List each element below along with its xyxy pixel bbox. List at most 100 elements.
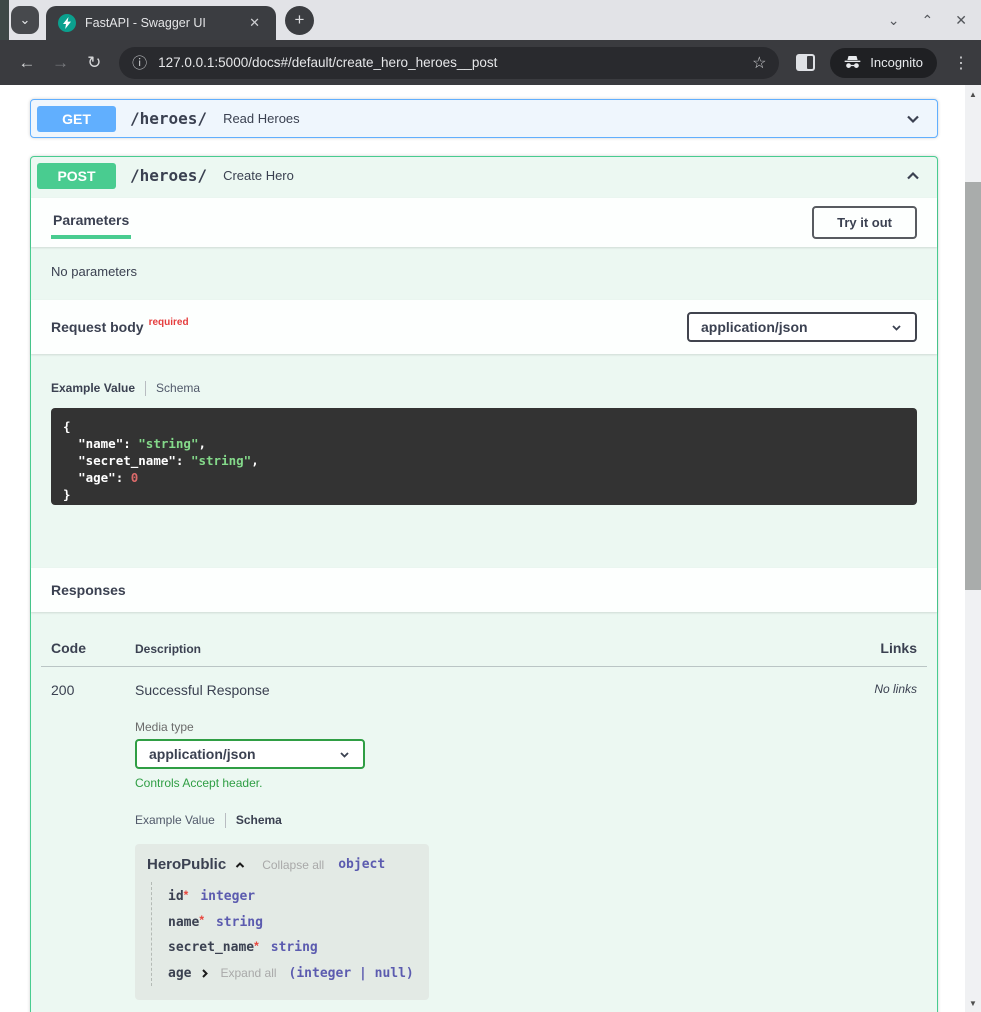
- menu-kebab-icon[interactable]: ⋮: [953, 53, 969, 73]
- model-properties: id * integer name* string secret_name* st…: [151, 882, 417, 986]
- window-close-icon[interactable]: ✕: [955, 12, 967, 29]
- code-line: "age": 0: [63, 469, 905, 486]
- get-summary[interactable]: GET /heroes/ Read Heroes: [31, 100, 937, 137]
- site-info-icon[interactable]: ⓘ: [132, 52, 147, 73]
- property-type: integer: [200, 889, 255, 904]
- scroll-up-icon[interactable]: ▲: [965, 86, 981, 102]
- tab-close-icon[interactable]: ✕: [245, 13, 264, 33]
- expand-all-link[interactable]: Expand all: [220, 966, 276, 980]
- tab-example-value[interactable]: Example Value: [51, 381, 135, 395]
- address-bar[interactable]: ⓘ 127.0.0.1:5000/docs#/default/create_he…: [119, 47, 779, 79]
- post-summary[interactable]: POST /heroes/ Create Hero: [31, 157, 937, 194]
- incognito-icon: [844, 56, 861, 69]
- scrollbar[interactable]: ▲ ▼: [965, 85, 981, 1012]
- response-media-type-select[interactable]: application/json: [135, 739, 365, 769]
- tab-schema[interactable]: Schema: [156, 381, 200, 395]
- property-name: age: [168, 966, 191, 981]
- property-type: (integer | null): [289, 966, 414, 981]
- forward-icon: →: [44, 53, 78, 73]
- column-description: Description: [135, 642, 880, 656]
- response-links: No links: [874, 682, 917, 1000]
- fastapi-favicon-icon: [58, 14, 76, 32]
- model-header: HeroPublic Collapse all object: [147, 856, 417, 873]
- window-minimize-icon[interactable]: ⌄: [888, 12, 900, 29]
- property-type: string: [271, 940, 318, 955]
- property-row: name* string: [168, 910, 417, 936]
- bookmark-star-icon[interactable]: ☆: [752, 53, 766, 73]
- model-type: object: [338, 857, 385, 872]
- example-json-codeblock: { "name": "string", "secret_name": "stri…: [51, 408, 917, 505]
- chevron-right-icon[interactable]: [198, 967, 211, 980]
- chevron-down-icon: ⌄: [20, 12, 31, 28]
- post-summary-text: Create Hero: [223, 168, 294, 183]
- scrollbar-thumb[interactable]: [965, 182, 981, 590]
- tab-strip: ⌄ FastAPI - Swagger UI ✕ + ⌄ ⌃ ✕: [0, 0, 981, 40]
- window-maximize-icon[interactable]: ⌃: [922, 12, 934, 29]
- request-body-title: Request body: [51, 319, 144, 335]
- response-description: Successful Response: [135, 682, 874, 698]
- swagger-content: GET /heroes/ Read Heroes POST /heroes/ C…: [30, 99, 938, 1012]
- tab-divider: [145, 381, 146, 396]
- post-method-badge: POST: [37, 163, 116, 189]
- post-path: /heroes/: [130, 166, 207, 185]
- tab-divider: [225, 813, 226, 828]
- tab-schema[interactable]: Schema: [236, 813, 282, 827]
- side-panel-icon[interactable]: [796, 54, 815, 71]
- try-it-out-button[interactable]: Try it out: [812, 206, 917, 239]
- new-tab-button[interactable]: +: [285, 6, 314, 35]
- request-body-header: Request body required application/json: [31, 300, 937, 354]
- response-row-200: 200 Successful Response Media type appli…: [51, 667, 917, 1000]
- browser-tab[interactable]: FastAPI - Swagger UI ✕: [46, 6, 276, 40]
- scroll-down-icon[interactable]: ▼: [965, 995, 981, 1011]
- request-example-section: Example Value Schema { "name": "string",…: [31, 354, 937, 568]
- tab-parameters[interactable]: Parameters: [51, 206, 131, 239]
- property-name: id: [168, 889, 184, 904]
- response-schema-tabs: Example Value Schema: [135, 811, 874, 829]
- responses-header: Responses: [31, 568, 937, 612]
- request-content-type-select[interactable]: application/json: [687, 312, 917, 342]
- plus-icon: +: [295, 10, 305, 30]
- required-label: required: [149, 317, 189, 328]
- url-text[interactable]: 127.0.0.1:5000/docs#/default/create_hero…: [158, 55, 752, 70]
- property-row: secret_name* string: [168, 935, 417, 961]
- opblock-post-heroes: POST /heroes/ Create Hero Parameters Try…: [30, 156, 938, 1012]
- tab-title: FastAPI - Swagger UI: [85, 16, 245, 30]
- code-line: "secret_name": "string",: [63, 452, 905, 469]
- accept-header-note: Controls Accept header.: [135, 776, 874, 790]
- chevron-down-icon: [338, 748, 351, 761]
- chevron-up-icon[interactable]: [903, 166, 923, 186]
- tab-search-button[interactable]: ⌄: [11, 6, 39, 34]
- content-type-value: application/json: [701, 319, 808, 335]
- collapse-all-link[interactable]: Collapse all: [262, 858, 324, 872]
- column-code: Code: [51, 640, 135, 656]
- responses-title: Responses: [51, 582, 126, 598]
- opblock-get-heroes[interactable]: GET /heroes/ Read Heroes: [30, 99, 938, 138]
- responses-table-head: Code Description Links: [51, 640, 917, 656]
- incognito-label: Incognito: [870, 55, 923, 70]
- property-name: secret_name: [168, 940, 254, 955]
- model-title: HeroPublic: [147, 856, 226, 873]
- schema-model-box: HeroPublic Collapse all object id *: [135, 844, 429, 1000]
- browser-toolbar: ← → ↻ ⓘ 127.0.0.1:5000/docs#/default/cre…: [0, 40, 981, 85]
- back-icon[interactable]: ←: [10, 53, 44, 73]
- required-star: *: [254, 939, 259, 953]
- property-row: age Expand all (integer | null): [168, 961, 417, 987]
- swagger-page: ▲ ▼ GET /heroes/ Read Heroes POST /heroe…: [0, 85, 981, 1012]
- chevron-down-icon[interactable]: [903, 109, 923, 129]
- chevron-down-icon: [890, 321, 903, 334]
- media-type-value: application/json: [149, 746, 256, 762]
- response-description-cell: Successful Response Media type applicati…: [135, 682, 874, 1000]
- media-type-label: Media type: [135, 720, 874, 734]
- response-row-422: 422 Validation Error No links: [51, 1000, 917, 1012]
- code-line: {: [63, 418, 905, 435]
- reload-icon[interactable]: ↻: [77, 53, 111, 73]
- response-code: 200: [51, 682, 135, 1000]
- parameters-header: Parameters Try it out: [31, 198, 937, 247]
- tab-example-value[interactable]: Example Value: [135, 813, 215, 827]
- code-line: "name": "string",: [63, 435, 905, 452]
- code-line: }: [63, 486, 905, 503]
- column-links: Links: [880, 640, 917, 656]
- get-method-badge: GET: [37, 106, 116, 132]
- chevron-up-icon[interactable]: [233, 858, 247, 872]
- get-summary-text: Read Heroes: [223, 111, 300, 126]
